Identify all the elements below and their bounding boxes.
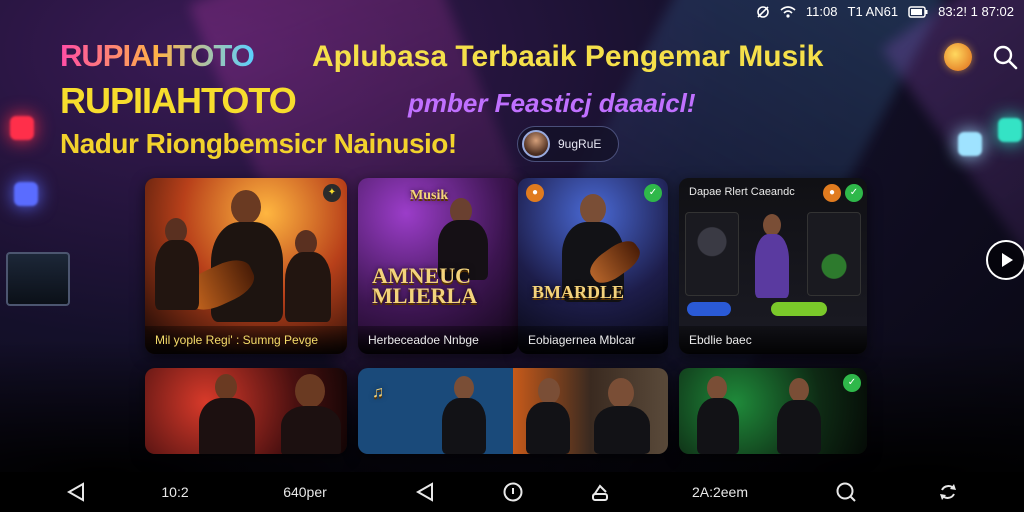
music-card[interactable] xyxy=(145,368,347,454)
speaker-icon xyxy=(685,212,739,296)
performer-head xyxy=(707,376,727,400)
performer-head xyxy=(231,190,261,224)
badge-icon: ✓ xyxy=(843,374,861,392)
home-button[interactable] xyxy=(493,472,533,512)
card-artwork: ✓ xyxy=(679,368,867,454)
performer-figure xyxy=(199,398,255,454)
music-card[interactable]: Musik AMNEUC MLIERLA Herbeceadoe Nnbge xyxy=(358,178,518,354)
status-clock: 83:2! 1 87:02 xyxy=(938,4,1014,19)
card-caption: Mil yople Regi' : Sumng Pevge xyxy=(145,326,347,354)
user-name: 9ugRuE xyxy=(558,137,602,151)
brand-title: RUPIIAHTOTO xyxy=(60,80,297,121)
badge-icon: ● xyxy=(823,184,841,202)
nav-center-label[interactable]: 640per xyxy=(270,472,340,512)
status-bar: 11:08 T1 AN61 83:2! 1 87:02 xyxy=(0,0,1024,24)
performer-head xyxy=(763,214,781,236)
badge-icon: ✓ xyxy=(644,184,662,202)
coin-icon[interactable] xyxy=(944,43,972,71)
recents-icon xyxy=(592,484,608,501)
poster-top-label: Musik xyxy=(410,188,449,203)
poster-logo: ♫ xyxy=(372,384,384,401)
search-nav-button[interactable] xyxy=(826,472,866,512)
refresh-button[interactable] xyxy=(928,472,968,512)
performer-figure xyxy=(285,252,331,322)
card-caption: Ebdlie baec xyxy=(679,326,867,354)
stage-monitor xyxy=(6,252,70,306)
performer-figure xyxy=(442,398,486,454)
search-icon xyxy=(836,482,856,502)
play-button[interactable] xyxy=(986,240,1024,280)
nav-clock-text: 10:2 xyxy=(161,484,189,500)
performer-head xyxy=(538,378,560,404)
recents-button[interactable] xyxy=(580,472,620,512)
badge-icon: ✓ xyxy=(845,184,863,202)
avatar xyxy=(522,130,550,158)
carrier-text: T1 AN61 xyxy=(847,4,899,19)
wifi-icon xyxy=(780,5,796,18)
card-caption: Herbeceadoe Nnbge xyxy=(358,326,518,354)
music-card[interactable]: ♫ xyxy=(358,368,668,454)
user-profile-chip[interactable]: 9ugRuE xyxy=(517,126,619,162)
card-artwork: ♫ xyxy=(358,368,668,454)
play-icon xyxy=(1002,253,1013,267)
nav-right-text: 2A:2eem xyxy=(691,484,749,500)
performer-head xyxy=(580,194,606,224)
performer-head xyxy=(454,376,474,400)
home-icon xyxy=(503,482,523,502)
search-button[interactable] xyxy=(990,42,1020,72)
card-artwork xyxy=(145,368,347,454)
stage-light-icon xyxy=(958,132,982,156)
performer-figure xyxy=(777,400,821,454)
signal-text: 11:08 xyxy=(805,4,838,19)
performer-figure xyxy=(526,402,570,454)
page-subline: pmber Feasticj daaaicl! xyxy=(408,88,696,118)
back-icon xyxy=(415,482,433,502)
back-button[interactable] xyxy=(405,472,445,512)
performer-head xyxy=(215,374,237,400)
stage-light-icon xyxy=(998,118,1022,142)
performer-figure xyxy=(697,398,739,454)
performer-head xyxy=(608,378,634,408)
card-top-label: Dapae Rlert Caeandc xyxy=(689,186,795,198)
music-card[interactable]: ✦ Mil yople Regi' : Sumng Pevge xyxy=(145,178,347,354)
badge-icon: ✦ xyxy=(323,184,341,202)
search-icon xyxy=(993,45,1018,70)
speaker-icon xyxy=(807,212,861,296)
page-tagline: Nadur Riongbemsicr Nainusio! xyxy=(60,128,457,159)
back-button[interactable] xyxy=(56,472,96,512)
badge-icon: ● xyxy=(526,184,544,202)
brand-logo[interactable]: RUPIAHTOTO xyxy=(60,38,255,74)
control-pill[interactable] xyxy=(687,302,731,316)
back-icon xyxy=(66,482,84,502)
poster-title: AMNEUC MLIERLA xyxy=(372,263,478,308)
performer-head xyxy=(789,378,809,402)
nav-right-label[interactable]: 2A:2eem xyxy=(680,472,760,512)
performer-figure xyxy=(755,234,789,298)
performer-head xyxy=(295,374,325,408)
nav-center-text: 640per xyxy=(283,484,327,500)
music-card[interactable]: BMARDLE ● ✓ Eobiagernea Mblcar xyxy=(518,178,668,354)
refresh-icon xyxy=(940,484,956,500)
navigation-bar: 10:2 640per 2A:2eem xyxy=(0,472,1024,512)
music-card[interactable]: ✓ xyxy=(679,368,867,454)
performer-figure xyxy=(155,240,199,310)
music-card[interactable]: Dapae Rlert Caeandc ● ✓ Ebdlie baec xyxy=(679,178,867,354)
control-pill[interactable] xyxy=(771,302,827,316)
performer-figure xyxy=(281,406,341,454)
poster-title: BMARDLE xyxy=(532,282,625,302)
mute-icon xyxy=(757,5,769,18)
performer-figure xyxy=(594,406,650,454)
card-caption: Eobiagernea Mblcar xyxy=(518,326,668,354)
nav-clock: 10:2 xyxy=(150,472,200,512)
stage-light-icon xyxy=(10,116,34,140)
stage-light-icon xyxy=(14,182,38,206)
page-headline: Aplubasa Terbaaik Pengemar Musik xyxy=(312,40,824,73)
battery-icon xyxy=(908,5,928,18)
